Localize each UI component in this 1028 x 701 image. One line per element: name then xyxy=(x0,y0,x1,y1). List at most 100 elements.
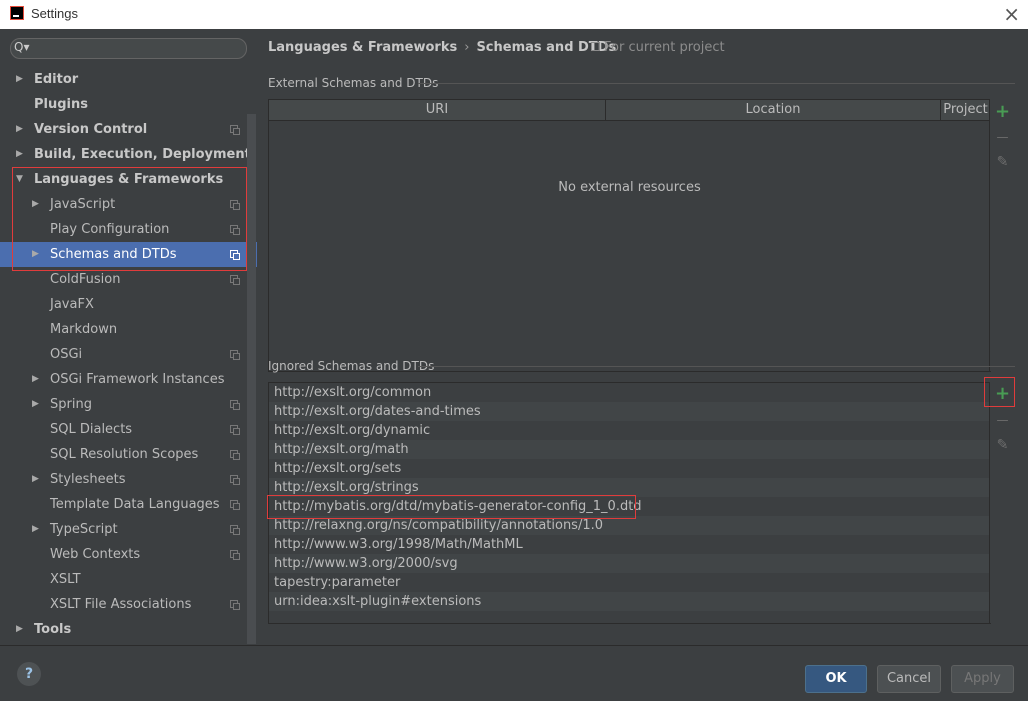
tree-item-label: OSGi xyxy=(50,347,83,362)
tree-item[interactable]: OSGi xyxy=(0,342,257,367)
tree-item-label: OSGi Framework Instances xyxy=(50,372,225,387)
tree-item[interactable]: ▶ OSGi Framework Instances xyxy=(0,367,257,392)
tree-item[interactable]: Web Contexts xyxy=(0,542,257,567)
close-icon[interactable]: × xyxy=(1003,2,1020,26)
ignored-list-item[interactable]: http://exslt.org/dates-and-times xyxy=(269,402,990,421)
tree-item[interactable]: ▶ Version Control xyxy=(0,117,257,142)
tree-item[interactable]: SQL Resolution Scopes xyxy=(0,442,257,467)
help-icon[interactable]: ? xyxy=(17,662,41,686)
external-divider xyxy=(418,83,1015,84)
add-ignored-button[interactable]: + xyxy=(990,383,1015,405)
search-icon: Q▾ xyxy=(14,40,30,54)
window-title: Settings xyxy=(31,6,78,21)
tree-item-label: Plugins xyxy=(34,97,88,112)
project-scope-icon xyxy=(230,250,240,260)
tree-item-label: Stylesheets xyxy=(50,472,126,487)
tree-item-label: Build, Execution, Deployment xyxy=(34,147,251,162)
cancel-button[interactable]: Cancel xyxy=(877,665,941,693)
external-section-title: External Schemas and DTDs xyxy=(268,76,439,90)
tree-item-label: Tools xyxy=(34,622,72,637)
tree-item[interactable]: XSLT File Associations xyxy=(0,592,257,617)
collapsed-arrow-icon[interactable]: ▶ xyxy=(32,242,39,267)
settings-tree: ▶ Editor Plugins ▶ Version Control ▶ Build, Ex… xyxy=(0,67,257,642)
collapsed-arrow-icon[interactable]: ▶ xyxy=(16,617,23,642)
tree-item-label: Template Data Languages xyxy=(50,497,220,512)
tree-item-label: Version Control xyxy=(34,122,148,137)
intellij-logo-icon xyxy=(10,6,24,20)
column-project[interactable]: Project xyxy=(941,100,990,120)
collapsed-arrow-icon[interactable]: ▶ xyxy=(32,467,39,492)
tree-item[interactable]: ▶ Spring xyxy=(0,392,257,417)
search-input[interactable]: Q▾ xyxy=(10,38,247,59)
tree-item[interactable]: ▶ TypeScript xyxy=(0,517,257,542)
collapsed-arrow-icon[interactable]: ▶ xyxy=(32,192,39,217)
ignored-list-item[interactable]: http://exslt.org/math xyxy=(269,440,990,459)
tree-item[interactable]: Markdown xyxy=(0,317,257,342)
collapsed-arrow-icon[interactable]: ▶ xyxy=(16,117,23,142)
tree-item[interactable]: ▼ Languages & Frameworks xyxy=(0,167,257,192)
tree-item[interactable]: ▶ Editor xyxy=(0,67,257,92)
tree-item-label: Play Configuration xyxy=(50,222,170,237)
tree-item-label: Spring xyxy=(50,397,92,412)
edit-external-button[interactable]: ✎ xyxy=(990,151,1015,173)
ignored-list-item[interactable]: http://www.w3.org/2000/svg xyxy=(269,554,990,573)
sidebar-scrollbar[interactable] xyxy=(247,114,256,644)
remove-external-button[interactable]: — xyxy=(990,126,1015,148)
ignored-list-item[interactable]: http://exslt.org/strings xyxy=(269,478,990,497)
tree-item-label: Editor xyxy=(34,72,79,87)
external-toolbar: + — ✎ xyxy=(989,99,1015,371)
breadcrumb-parent[interactable]: Languages & Frameworks xyxy=(268,40,457,55)
collapsed-arrow-icon[interactable]: ▶ xyxy=(32,367,39,392)
tree-item[interactable]: SQL Dialects xyxy=(0,417,257,442)
apply-button[interactable]: Apply xyxy=(951,665,1014,693)
project-scope-icon xyxy=(230,500,240,510)
ok-button[interactable]: OK xyxy=(805,665,867,693)
tree-item-label: SQL Dialects xyxy=(50,422,133,437)
collapsed-arrow-icon[interactable]: ▶ xyxy=(32,517,39,542)
ignored-list-item[interactable]: urn:idea:xslt-plugin#extensions xyxy=(269,592,990,611)
tree-item[interactable]: JavaFX xyxy=(0,292,257,317)
tree-item[interactable]: Plugins xyxy=(0,92,257,117)
ignored-list-item[interactable]: http://exslt.org/common xyxy=(269,383,990,402)
tree-item[interactable]: ▶ Stylesheets xyxy=(0,467,257,492)
tree-item[interactable]: Play Configuration xyxy=(0,217,257,242)
project-scope-icon xyxy=(230,275,240,285)
scope-label: For current project xyxy=(604,40,725,55)
tree-item[interactable]: ▶ Schemas and DTDs xyxy=(0,242,257,267)
ignored-list-item[interactable]: http://www.w3.org/1998/Math/MathML xyxy=(269,535,990,554)
tree-item-label: TypeScript xyxy=(50,522,118,537)
collapsed-arrow-icon[interactable]: ▶ xyxy=(32,392,39,417)
ignored-list-item[interactable]: http://exslt.org/sets xyxy=(269,459,990,478)
project-scope-icon xyxy=(230,225,240,235)
tree-item[interactable]: XSLT xyxy=(0,567,257,592)
tree-item[interactable]: ▶ JavaScript xyxy=(0,192,257,217)
breadcrumb-separator: › xyxy=(464,40,470,55)
tree-item-label: JavaScript xyxy=(50,197,116,212)
tree-item[interactable]: ▶ Build, Execution, Deployment xyxy=(0,142,257,167)
edit-ignored-button[interactable]: ✎ xyxy=(990,434,1015,456)
dialog-footer: ? OK Cancel Apply xyxy=(0,645,1028,701)
external-table-header: URI Location Project xyxy=(269,100,990,121)
collapsed-arrow-icon[interactable]: ▶ xyxy=(16,67,23,92)
tree-item[interactable]: ColdFusion xyxy=(0,267,257,292)
tree-item-label: ColdFusion xyxy=(50,272,121,287)
title-bar: Settings × xyxy=(0,0,1028,29)
ignored-list-item[interactable]: http://exslt.org/dynamic xyxy=(269,421,990,440)
ignored-list-item[interactable]: tapestry:parameter xyxy=(269,573,990,592)
remove-ignored-button[interactable]: — xyxy=(990,409,1015,431)
tree-item[interactable]: ▶ Tools xyxy=(0,617,257,642)
collapsed-arrow-icon[interactable]: ▶ xyxy=(16,142,23,167)
tree-item-label: JavaFX xyxy=(50,297,94,312)
column-uri[interactable]: URI xyxy=(269,100,606,120)
project-scope-icon xyxy=(230,425,240,435)
tree-item-label: Markdown xyxy=(50,322,118,337)
project-scope-icon xyxy=(591,42,600,51)
ignored-list-item[interactable]: http://relaxng.org/ns/compatibility/anno… xyxy=(269,516,990,535)
ignored-list-item[interactable]: http://mybatis.org/dtd/mybatis-generator… xyxy=(269,497,990,516)
project-scope-icon xyxy=(230,400,240,410)
expanded-arrow-icon[interactable]: ▼ xyxy=(16,167,23,192)
add-external-button[interactable]: + xyxy=(990,101,1015,123)
column-location[interactable]: Location xyxy=(606,100,941,120)
tree-item[interactable]: Template Data Languages xyxy=(0,492,257,517)
project-scope-icon xyxy=(230,125,240,135)
